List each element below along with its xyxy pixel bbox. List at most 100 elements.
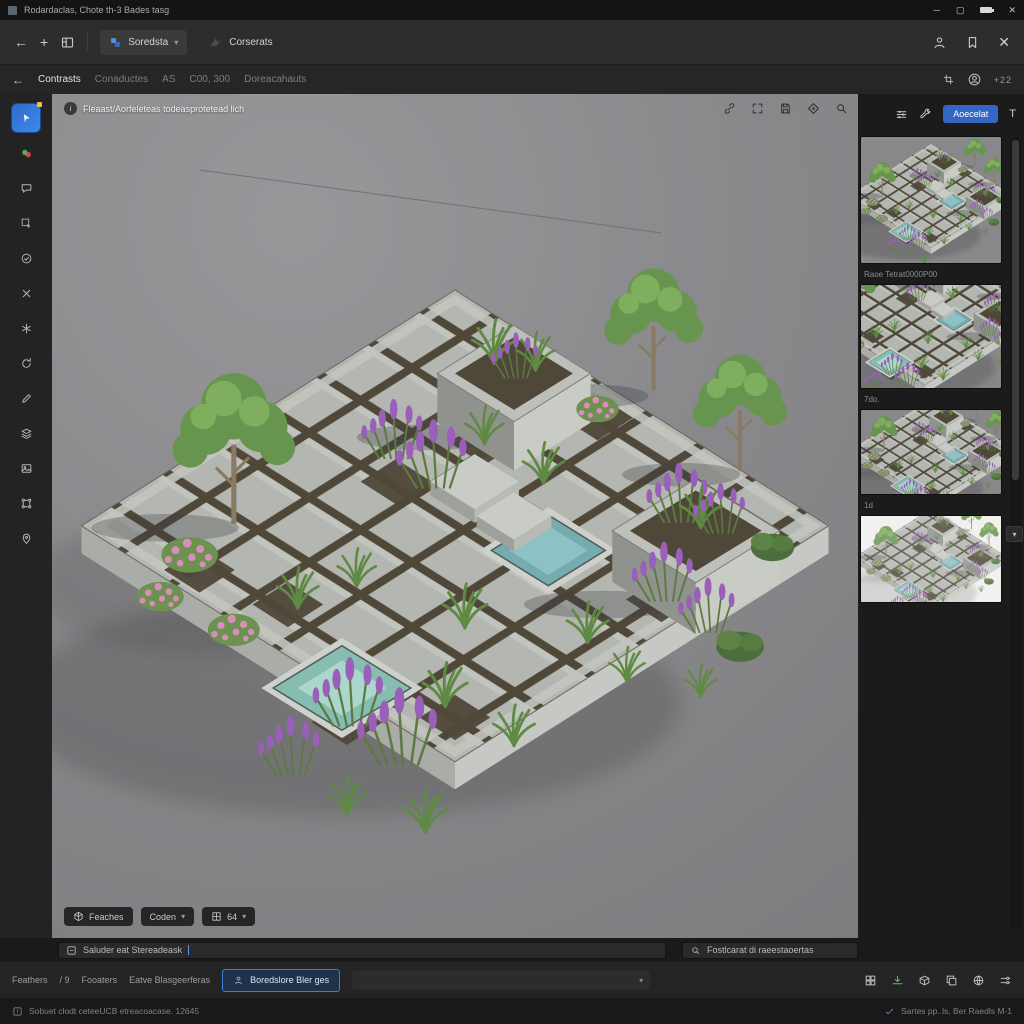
render-button[interactable]: Aoecelat xyxy=(943,105,998,123)
render-thumbnail[interactable] xyxy=(860,136,1002,264)
viewport-info-text: Fleaast/Aorfeleteas todeasprotetead lich xyxy=(83,104,244,114)
close-workspace-button[interactable]: ✕ xyxy=(998,34,1010,51)
image-tool[interactable] xyxy=(12,454,40,482)
footer-item[interactable]: Feathers xyxy=(12,975,48,985)
breadcrumb-current[interactable]: Contrasts xyxy=(38,74,81,85)
user-button[interactable] xyxy=(932,35,947,50)
minimize-button[interactable]: ─ xyxy=(934,5,940,15)
panel-scrollbar[interactable]: ▾ xyxy=(1010,138,1021,930)
person-icon xyxy=(233,975,244,986)
feaches-button[interactable]: Feaches xyxy=(64,907,133,926)
paint-bucket-button[interactable] xyxy=(807,102,820,115)
preset-dropdown[interactable]: ▾ xyxy=(352,970,650,990)
footer-toolbar: Feathers / 9 Fooaters Eatve Blasgeerfera… xyxy=(0,962,1024,998)
status-info-icon xyxy=(12,1006,23,1017)
text-cursor xyxy=(188,945,189,955)
breadcrumb-item[interactable]: C00, 300 xyxy=(190,74,231,85)
cursor-tool[interactable] xyxy=(12,104,40,132)
marquee-tool[interactable] xyxy=(12,209,40,237)
bookmark-button[interactable] xyxy=(965,35,980,50)
thumbnail-label: 7do. xyxy=(860,389,1002,409)
zoom-badge: +22 xyxy=(994,75,1012,85)
palette-tool[interactable] xyxy=(12,139,40,167)
search-input[interactable]: Saluder eat Stereadeask xyxy=(58,942,666,959)
grid-icon xyxy=(211,911,222,922)
save-button[interactable] xyxy=(779,102,792,115)
main-toolbar: ← + Soredsta ▾ Corserats ✕ xyxy=(0,20,1024,64)
breadcrumb-item[interactable]: Conaductes xyxy=(95,74,148,85)
search-icon xyxy=(690,945,701,956)
pin-tool[interactable] xyxy=(12,524,40,552)
sliders-button[interactable] xyxy=(895,108,908,121)
thumbnail-label: 1d xyxy=(860,495,1002,515)
add-button[interactable]: + xyxy=(40,34,48,50)
package-button[interactable] xyxy=(918,974,931,987)
caret-down-icon: ▾ xyxy=(174,38,178,47)
filter-input[interactable]: Fostlcarat di raeestaoertas xyxy=(682,942,858,959)
breadcrumb-item[interactable]: AS xyxy=(162,74,175,85)
render-viewport[interactable]: i Fleaast/Aorfeleteas todeasprotetead li… xyxy=(52,94,858,938)
cube-icon xyxy=(73,911,84,922)
caret-down-icon: ▾ xyxy=(181,912,185,921)
status-left-text: Sobuet clodt ceteeUCB etreacoacase. 1264… xyxy=(29,1006,199,1016)
delete-tool[interactable] xyxy=(12,279,40,307)
field-icon xyxy=(66,945,77,956)
layout-grid-button[interactable] xyxy=(60,35,75,50)
tool-sidebar xyxy=(0,94,52,938)
history-panel: Aoecelat T Raoe Tetrat0000P00 7do. 1d xyxy=(858,94,1024,938)
check-icon xyxy=(884,1006,895,1017)
rotate-tool[interactable] xyxy=(12,349,40,377)
shuffle-settings-button[interactable] xyxy=(999,974,1012,987)
soredsta-dropdown[interactable]: Soredsta ▾ xyxy=(100,30,187,55)
filter-input-value: Fostlcarat di raeestaoertas xyxy=(707,945,814,955)
globe-button[interactable] xyxy=(972,974,985,987)
expand-button[interactable] xyxy=(751,102,764,115)
account-button[interactable] xyxy=(967,72,982,87)
footer-item[interactable]: Eatve Blasgeerferas xyxy=(129,975,210,985)
garden-render xyxy=(52,94,858,938)
render-thumbnail[interactable] xyxy=(860,284,1002,389)
search-input-value: Saluder eat Stereadeask xyxy=(83,945,182,955)
wrench-button[interactable] xyxy=(919,108,932,121)
battery-icon xyxy=(980,7,992,13)
breadcrumb-item[interactable]: Doreacahauts xyxy=(244,74,306,85)
corserats-button[interactable]: Corserats xyxy=(199,29,281,56)
status-right-text: Sartes pp..ls, Ber Raedls M-1 xyxy=(901,1006,1012,1016)
render-thumbnail[interactable] xyxy=(860,409,1002,495)
download-button[interactable] xyxy=(891,974,904,987)
soredsta-icon xyxy=(109,36,122,49)
close-button[interactable]: ✕ xyxy=(1008,5,1016,16)
info-icon: i xyxy=(64,102,77,115)
copy-button[interactable] xyxy=(945,974,958,987)
scroll-down-button[interactable]: ▾ xyxy=(1006,526,1023,542)
viewport-info: i Fleaast/Aorfeleteas todeasprotetead li… xyxy=(64,102,244,115)
layers-tool[interactable] xyxy=(12,419,40,447)
nodes-tool[interactable] xyxy=(12,489,40,517)
cut-tool[interactable] xyxy=(12,314,40,342)
text-tool-button[interactable]: T xyxy=(1009,108,1016,120)
crop-button[interactable] xyxy=(942,73,955,86)
comment-tool[interactable] xyxy=(12,174,40,202)
search-row: Saluder eat Stereadeask Fostlcarat di ra… xyxy=(0,938,1024,962)
check-tool[interactable] xyxy=(12,244,40,272)
nav-back-button[interactable]: ← xyxy=(12,73,24,87)
app-icon xyxy=(8,6,17,15)
breadcrumb-bar: ← Contrasts Conaductes AS C00, 300 Dorea… xyxy=(0,64,1024,94)
footer-item[interactable]: Fooaters xyxy=(82,975,118,985)
primary-action-button[interactable]: Boredslore Bler ges xyxy=(222,969,340,992)
magnifier-button[interactable] xyxy=(835,102,848,115)
thumbnail-label xyxy=(860,603,1002,614)
divider xyxy=(87,33,88,51)
coden-dropdown[interactable]: Coden ▾ xyxy=(141,907,195,926)
render-thumbnail-sketch[interactable] xyxy=(860,515,1002,603)
link-button[interactable] xyxy=(723,102,736,115)
grid-view-button[interactable] xyxy=(864,974,877,987)
pencil-tool[interactable] xyxy=(12,384,40,412)
scrollbar-thumb[interactable] xyxy=(1012,140,1019,480)
caret-down-icon: ▾ xyxy=(242,912,246,921)
grid-size-dropdown[interactable]: 64 ▾ xyxy=(202,907,255,926)
window-title: Rodardaclas, Chote th-3 Bades tasg xyxy=(24,5,169,15)
back-button[interactable]: ← xyxy=(14,34,28,50)
maximize-button[interactable]: ▢ xyxy=(956,5,965,16)
corserats-logo-icon xyxy=(208,35,223,50)
